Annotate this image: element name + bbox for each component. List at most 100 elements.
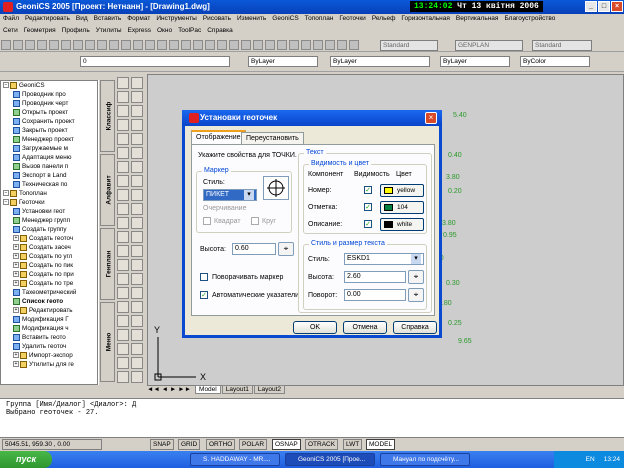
status-toggle-osnap[interactable]: OSNAP — [272, 439, 301, 450]
marker-preview-button[interactable] — [263, 176, 289, 200]
tool-button[interactable] — [131, 105, 143, 117]
tree-item[interactable]: + Утилиты для ге — [1, 360, 97, 369]
genplan-combo[interactable]: GENPLAN — [455, 40, 523, 51]
toolbar-button[interactable] — [37, 40, 47, 50]
tool-button[interactable] — [117, 119, 129, 131]
description-color-button[interactable]: white — [380, 218, 424, 231]
tree-item[interactable]: Техническая по — [1, 180, 97, 189]
tool-button[interactable] — [117, 231, 129, 243]
tree-item[interactable]: Удалить геоточ — [1, 342, 97, 351]
menu-item[interactable]: Окно — [154, 26, 175, 35]
toolbar-button[interactable] — [325, 40, 335, 50]
elevation-visible-checkbox[interactable]: ✓ — [364, 203, 372, 211]
tool-button[interactable] — [131, 189, 143, 201]
menu-item[interactable]: GeoniCS — [269, 14, 301, 23]
tool-button[interactable] — [117, 245, 129, 257]
expand-icon[interactable]: + — [13, 352, 19, 359]
tool-button[interactable] — [131, 371, 143, 383]
tool-button[interactable] — [131, 147, 143, 159]
menu-item[interactable]: Express — [125, 26, 154, 35]
tree-item[interactable]: + Создать по при — [1, 270, 97, 279]
tool-button[interactable] — [117, 133, 129, 145]
tool-button[interactable] — [131, 175, 143, 187]
layout-tab[interactable]: Layout1 — [221, 385, 253, 394]
tool-button[interactable] — [117, 301, 129, 313]
toolbar-button[interactable] — [241, 40, 251, 50]
tool-button[interactable] — [117, 273, 129, 285]
status-toggle-polar[interactable]: POLAR — [239, 439, 268, 450]
tool-button[interactable] — [131, 133, 143, 145]
linetype-combo[interactable]: ByLayer — [330, 56, 430, 67]
close-button[interactable]: × — [611, 1, 623, 12]
tool-button[interactable] — [117, 105, 129, 117]
expand-icon[interactable]: + — [13, 307, 19, 314]
expand-icon[interactable]: + — [13, 253, 19, 260]
expand-icon[interactable]: + — [13, 280, 19, 287]
expand-icon[interactable]: + — [13, 271, 19, 278]
menu-item[interactable]: Профиль — [59, 26, 93, 35]
layer-combo[interactable]: 0 — [80, 56, 230, 67]
tool-button[interactable] — [117, 91, 129, 103]
marker-style-select[interactable]: ПИКЕТ ▾ — [203, 189, 257, 201]
tree-item[interactable]: Модификация ч — [1, 324, 97, 333]
expand-icon[interactable]: + — [13, 361, 19, 368]
toolbar-button[interactable] — [277, 40, 287, 50]
menu-item[interactable]: Горизонтальная — [398, 14, 452, 23]
tree-item[interactable]: − Геоточки — [1, 198, 97, 207]
tool-button[interactable] — [117, 217, 129, 229]
tree-item[interactable]: Проводник черт — [1, 99, 97, 108]
tab-genplan[interactable]: Генплан — [100, 228, 115, 300]
tree-item[interactable]: Загружаемые м — [1, 144, 97, 153]
minimize-button[interactable]: _ — [585, 1, 597, 12]
tab-alphabet[interactable]: Алфавит — [100, 154, 115, 226]
color-combo[interactable]: ByLayer — [248, 56, 318, 67]
status-toggle-snap[interactable]: SNAP — [150, 439, 174, 450]
tab-reset[interactable]: Переустановить — [241, 132, 304, 144]
tool-button[interactable] — [117, 343, 129, 355]
toolbar-button[interactable] — [301, 40, 311, 50]
status-toggle-grid[interactable]: GRID — [178, 439, 201, 450]
layout-tab[interactable]: Layout2 — [253, 385, 286, 394]
tool-button[interactable] — [131, 259, 143, 271]
toolbar-button[interactable] — [61, 40, 71, 50]
tree-item[interactable]: Создать группу — [1, 225, 97, 234]
expand-icon[interactable]: − — [3, 190, 9, 197]
menu-item[interactable]: Инструменты — [153, 14, 200, 23]
tool-button[interactable] — [131, 217, 143, 229]
tree-item[interactable]: + Импорт-экспор — [1, 351, 97, 360]
rotate-marker-checkbox[interactable] — [200, 273, 208, 281]
menu-item[interactable]: ToolPac — [175, 26, 204, 35]
menu-item[interactable]: Рисовать — [200, 14, 234, 23]
tree-item[interactable]: + Создать геоточ — [1, 234, 97, 243]
tool-button[interactable] — [117, 77, 129, 89]
tree-item[interactable]: Менеджер групп — [1, 216, 97, 225]
menu-item[interactable]: Геоточки — [336, 14, 368, 23]
text-style-combo[interactable]: Standard — [380, 40, 438, 51]
tool-button[interactable] — [131, 329, 143, 341]
expand-icon[interactable]: + — [13, 262, 19, 269]
tool-button[interactable] — [117, 147, 129, 159]
project-tree[interactable]: − GeoniCS Проводник про Проводник черт Откры… — [0, 80, 98, 385]
status-toggle-ortho[interactable]: ORTHO — [206, 439, 236, 450]
toolbar-button[interactable] — [157, 40, 167, 50]
expand-icon[interactable]: + — [13, 244, 19, 251]
menu-item[interactable]: Вставить — [91, 14, 125, 23]
tree-item[interactable]: + Редактировать — [1, 306, 97, 315]
tool-button[interactable] — [131, 315, 143, 327]
marker-height-input[interactable]: 0.60 — [232, 243, 276, 255]
dim-style-combo[interactable]: Standard — [532, 40, 592, 51]
tool-button[interactable] — [131, 301, 143, 313]
tool-button[interactable] — [117, 287, 129, 299]
tree-item[interactable]: Адаптация меню — [1, 153, 97, 162]
tree-item[interactable]: + Создать засеч — [1, 243, 97, 252]
toolbar-button[interactable] — [349, 40, 359, 50]
toolbar-button[interactable] — [229, 40, 239, 50]
expand-icon[interactable]: − — [3, 82, 9, 89]
tool-button[interactable] — [117, 189, 129, 201]
plotstyle-combo[interactable]: ByColor — [520, 56, 590, 67]
tab-nav-icons[interactable]: ◄◄ ◄ ► ►► — [147, 386, 191, 393]
toolbar-button[interactable] — [253, 40, 263, 50]
cancel-button[interactable]: Отмена — [343, 321, 387, 334]
toolbar-button[interactable] — [97, 40, 107, 50]
auto-pointers-checkbox[interactable]: ✓ — [200, 291, 208, 299]
